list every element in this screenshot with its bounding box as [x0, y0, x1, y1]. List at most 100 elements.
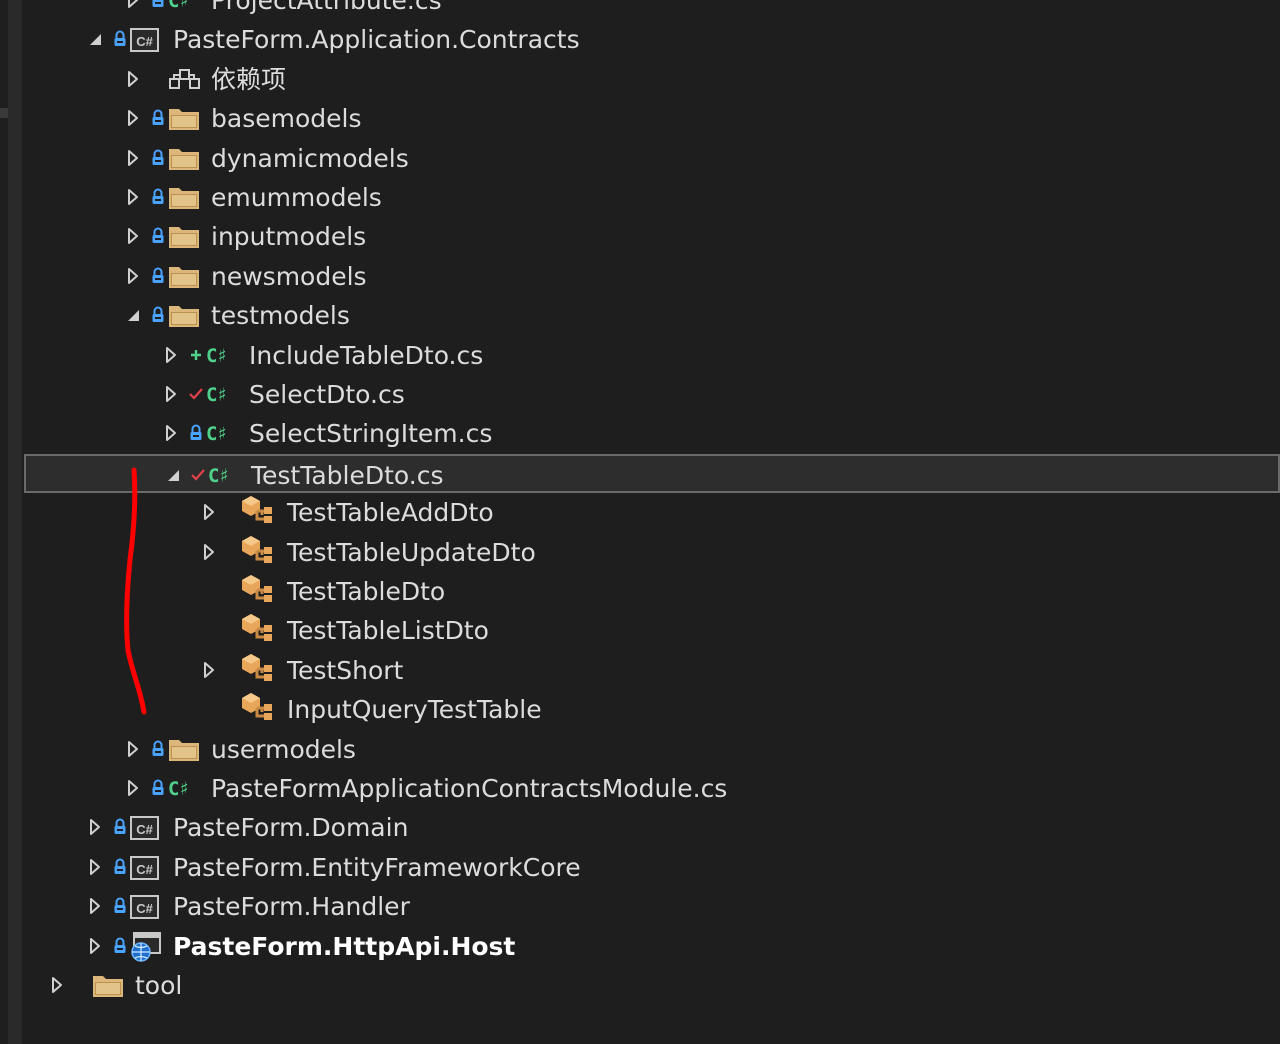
tree-item-label: inputmodels: [211, 222, 367, 251]
expand-arrow-icon[interactable]: [163, 384, 179, 404]
csharp-project-icon: C#: [130, 26, 160, 54]
expand-arrow-icon[interactable]: [201, 660, 217, 680]
folder-icon: [168, 302, 200, 330]
csharp-file-icon: C♯: [206, 345, 228, 367]
expand-arrow-icon[interactable]: [125, 148, 141, 168]
tree-row[interactable]: C♯ ProjectAttribute.cs: [22, 0, 1280, 20]
tree-row[interactable]: C♯ IncludeTableDto.cs: [22, 336, 1280, 375]
expand-arrow-icon[interactable]: [125, 108, 141, 128]
lock-icon: [150, 108, 166, 128]
folder-icon: [168, 223, 200, 251]
tree-row[interactable]: emummodels: [22, 178, 1280, 217]
expand-arrow-icon[interactable]: [125, 778, 141, 798]
tree-row[interactable]: basemodels: [22, 99, 1280, 138]
left-panel-tab-marker: [0, 108, 8, 118]
left-panel-divider: [0, 0, 8, 1044]
tree-row[interactable]: TestTableListDto: [22, 611, 1280, 650]
lock-icon: [150, 187, 166, 207]
csharp-file-icon: C♯: [206, 384, 228, 406]
tree-row[interactable]: C# PasteForm.Application.Contracts: [22, 20, 1280, 59]
tree-item-label: TestTableAddDto: [287, 498, 494, 527]
svg-text:C#: C#: [136, 901, 153, 916]
lock-icon: [150, 226, 166, 246]
lock-icon: [150, 148, 166, 168]
csharp-project-icon: C#: [130, 893, 160, 921]
svg-text:C#: C#: [136, 862, 153, 877]
collapse-arrow-icon[interactable]: [125, 305, 141, 325]
lock-icon: [150, 739, 166, 759]
folder-icon: [168, 105, 200, 133]
csharp-file-icon: C♯: [208, 465, 230, 487]
tree-row[interactable]: dynamicmodels: [22, 139, 1280, 178]
expand-arrow-icon[interactable]: [87, 896, 103, 916]
expand-arrow-icon[interactable]: [87, 936, 103, 956]
expand-arrow-icon[interactable]: [163, 345, 179, 365]
expand-arrow-icon[interactable]: [125, 187, 141, 207]
class-icon: [241, 575, 275, 604]
tree-row[interactable]: newsmodels: [22, 257, 1280, 296]
class-icon: [241, 496, 275, 525]
tree-row[interactable]: C♯ SelectDto.cs: [22, 375, 1280, 414]
tree-item-label: dynamicmodels: [211, 144, 409, 173]
csharp-file-icon: C♯: [206, 423, 228, 445]
tree-item-label: TestTableListDto: [287, 616, 489, 645]
left-panel-edge: [0, 0, 22, 1044]
lock-icon: [150, 305, 166, 325]
expand-arrow-icon[interactable]: [125, 266, 141, 286]
tree-row[interactable]: C# PasteForm.Domain: [22, 808, 1280, 847]
solution-explorer-tree[interactable]: C♯ ProjectAttribute.cs C# PasteForm.Applica…: [22, 0, 1280, 1044]
tree-item-label: PasteForm.EntityFrameworkCore: [173, 853, 581, 882]
csharp-file-icon: C♯: [168, 778, 190, 800]
lock-icon: [112, 936, 128, 956]
expand-arrow-icon[interactable]: [125, 69, 141, 89]
tree-row[interactable]: tool: [22, 966, 1280, 1005]
tree-row[interactable]: C# PasteForm.Handler: [22, 887, 1280, 926]
tree-item-label: TestShort: [287, 656, 404, 685]
class-icon: [241, 654, 275, 683]
dependencies-icon: [168, 66, 202, 94]
expand-arrow-icon[interactable]: [87, 857, 103, 877]
expand-arrow-icon[interactable]: [201, 502, 217, 522]
tree-item-label: tool: [135, 971, 183, 1000]
tree-item-label: usermodels: [211, 735, 356, 764]
class-icon: [241, 614, 275, 643]
tree-row[interactable]: testmodels: [22, 296, 1280, 335]
tree-item-label: TestTableUpdateDto: [287, 538, 536, 567]
tree-row[interactable]: inputmodels: [22, 217, 1280, 256]
lock-icon: [112, 29, 128, 49]
tree-item-label: PasteForm.Handler: [173, 892, 410, 921]
svg-text:C#: C#: [136, 822, 153, 837]
folder-icon: [168, 145, 200, 173]
tree-item-label: PasteForm.Application.Contracts: [173, 25, 580, 54]
expand-arrow-icon[interactable]: [49, 975, 65, 995]
expand-arrow-icon[interactable]: [125, 226, 141, 246]
checked-out-icon: [190, 465, 206, 485]
expand-arrow-icon[interactable]: [163, 423, 179, 443]
tree-item-label: InputQueryTestTable: [287, 695, 542, 724]
expand-arrow-icon[interactable]: [125, 0, 141, 10]
lock-icon: [150, 266, 166, 286]
tree-row[interactable]: TestTableAddDto: [22, 493, 1280, 532]
tree-row[interactable]: TestTableUpdateDto: [22, 533, 1280, 572]
expand-arrow-icon[interactable]: [125, 739, 141, 759]
folder-icon: [168, 263, 200, 291]
collapse-arrow-icon[interactable]: [165, 465, 181, 485]
csharp-project-icon: C#: [130, 854, 160, 882]
tree-row[interactable]: 依赖项: [22, 60, 1280, 99]
tree-row[interactable]: TestTableDto: [22, 572, 1280, 611]
tree-row[interactable]: C♯ SelectStringItem.cs: [22, 414, 1280, 453]
lock-icon: [112, 817, 128, 837]
tree-row-selected[interactable]: C♯ TestTableDto.cs: [24, 454, 1280, 493]
tree-row[interactable]: C♯ PasteFormApplicationContractsModule.cs: [22, 769, 1280, 808]
expand-arrow-icon[interactable]: [87, 817, 103, 837]
tree-row[interactable]: usermodels: [22, 730, 1280, 769]
tree-row[interactable]: TestShort: [22, 651, 1280, 690]
tree-item-label: basemodels: [211, 104, 362, 133]
tree-item-label: PasteForm.Domain: [173, 813, 409, 842]
collapse-arrow-icon[interactable]: [87, 29, 103, 49]
expand-arrow-icon[interactable]: [201, 542, 217, 562]
tree-row[interactable]: C# PasteForm.EntityFrameworkCore: [22, 848, 1280, 887]
tree-row[interactable]: InputQueryTestTable: [22, 690, 1280, 729]
added-plus-icon: [188, 345, 204, 365]
tree-row[interactable]: PasteForm.HttpApi.Host: [22, 927, 1280, 966]
